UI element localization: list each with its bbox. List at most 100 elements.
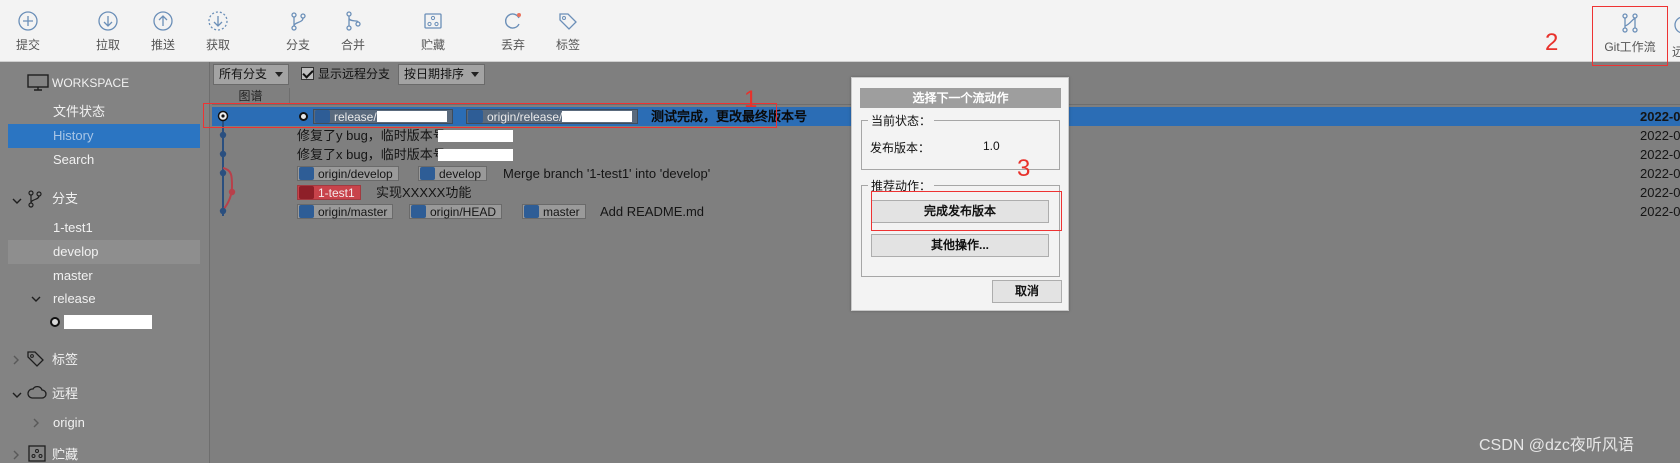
branch-tag-icon bbox=[299, 186, 314, 199]
annotation-3: 3 bbox=[1017, 155, 1031, 182]
push-button[interactable]: 推送 bbox=[141, 8, 185, 56]
branch-tag-label: origin/develop bbox=[318, 167, 393, 181]
current-state-caption: 当前状态： bbox=[868, 112, 935, 129]
watermark: CSDN @dzc夜听风语 bbox=[1479, 437, 1634, 454]
push-arrow-up-icon bbox=[153, 11, 173, 31]
commit-message: 修复了x bug，临时版本号 bbox=[297, 147, 446, 162]
remote-button-partial[interactable]: 远 bbox=[1672, 10, 1680, 58]
branch-filter-dropdown[interactable]: 所有分支 bbox=[213, 64, 289, 85]
commit-message: 实现XXXXX功能 bbox=[376, 185, 472, 200]
monitor-icon bbox=[27, 74, 49, 91]
branch-tag-label: master bbox=[543, 205, 580, 219]
branch-tag[interactable]: develop bbox=[418, 166, 488, 181]
stash-header[interactable]: 贮藏 bbox=[52, 443, 78, 463]
remote-partial-label: 远 bbox=[1672, 45, 1680, 58]
branch-tag[interactable]: master bbox=[522, 204, 586, 219]
branch-tag-label: origin/master bbox=[318, 205, 388, 219]
sidebar-item-search[interactable]: Search bbox=[8, 148, 200, 172]
annotation-highlight-button bbox=[871, 191, 1062, 231]
commit-plus-icon bbox=[18, 11, 38, 31]
pull-button[interactable]: 拉取 bbox=[86, 8, 130, 56]
branch-tag-icon bbox=[411, 205, 426, 218]
other-actions-button[interactable]: 其他操作... bbox=[871, 234, 1049, 257]
chevron-right-icon[interactable] bbox=[11, 355, 21, 365]
commit-date: 2022-0 bbox=[1640, 147, 1680, 162]
sidebar-item-release-folder[interactable]: release bbox=[8, 287, 200, 311]
remotes-header[interactable]: 远程 bbox=[52, 382, 78, 406]
git-flow-label: Git工作流 bbox=[1604, 40, 1656, 54]
fetch-button[interactable]: 获取 bbox=[196, 8, 240, 56]
release-version-value: 1.0 bbox=[983, 139, 1000, 153]
branch-tag-icon bbox=[524, 205, 539, 218]
sidebar-item-branch-master[interactable]: master bbox=[8, 264, 200, 288]
commit-button[interactable]: 提交 bbox=[6, 8, 50, 56]
annotation-1: 1 bbox=[744, 86, 758, 113]
tags-header[interactable]: 标签 bbox=[52, 348, 78, 372]
commit-date: 2022-0 bbox=[1640, 128, 1680, 143]
show-remote-label[interactable]: 显示远程分支 bbox=[318, 64, 390, 85]
dialog-title: 选择下一个流动作 bbox=[860, 88, 1061, 108]
sort-order-dropdown[interactable]: 按日期排序 bbox=[398, 64, 485, 85]
fetch-label: 获取 bbox=[205, 38, 230, 52]
merge-button[interactable]: 合并 bbox=[331, 8, 375, 56]
git-flow-button[interactable]: Git工作流 bbox=[1592, 6, 1668, 66]
commit-date: 2022-0 bbox=[1640, 109, 1680, 124]
sidebar: WORKSPACE 文件状态 History Search 分支 1-test1… bbox=[0, 62, 210, 463]
chevron-down-icon[interactable] bbox=[12, 390, 22, 400]
commit-label: 提交 bbox=[15, 38, 40, 52]
branch-tag[interactable]: origin/master bbox=[297, 204, 394, 219]
cloud-icon bbox=[27, 385, 47, 399]
tag-label: 标签 bbox=[555, 38, 580, 52]
annotation-highlight-row bbox=[203, 103, 777, 128]
merge-icon bbox=[346, 11, 361, 31]
chevron-right-icon[interactable] bbox=[11, 450, 21, 460]
pull-arrow-down-icon bbox=[98, 11, 118, 31]
discard-icon bbox=[504, 13, 521, 29]
branch-tag-label: 1-test1 bbox=[318, 186, 355, 200]
sidebar-item-file-status[interactable]: 文件状态 bbox=[8, 100, 200, 124]
tag-icon bbox=[559, 13, 577, 30]
annotation-2: 2 bbox=[1545, 29, 1559, 56]
redacted-version bbox=[438, 149, 513, 161]
branch-tag-icon bbox=[299, 205, 314, 218]
branch-tag-icon bbox=[420, 167, 435, 180]
remote-globe-icon bbox=[1674, 16, 1680, 34]
branch-label: 分支 bbox=[285, 38, 310, 52]
git-flow-icon bbox=[1622, 13, 1638, 33]
show-remote-checkbox[interactable] bbox=[301, 67, 314, 80]
stash-label: 贮藏 bbox=[420, 38, 445, 52]
branch-tag-label: origin/HEAD bbox=[430, 205, 497, 219]
fetch-arrow-down-icon bbox=[208, 11, 228, 31]
tag-button[interactable]: 标签 bbox=[546, 8, 590, 56]
commit-message: Merge branch '1-test1' into 'develop' bbox=[503, 166, 711, 181]
branch-tag[interactable]: origin/HEAD bbox=[409, 204, 503, 219]
commit-message: Add README.md bbox=[600, 204, 705, 219]
branch-button[interactable]: 分支 bbox=[276, 8, 320, 56]
sidebar-item-remote-origin[interactable]: origin bbox=[8, 411, 200, 435]
discard-button[interactable]: 丢弃 bbox=[491, 8, 535, 56]
sidebar-item-branch-develop[interactable]: develop bbox=[8, 240, 200, 264]
current-branch-indicator-icon bbox=[50, 317, 60, 327]
sidebar-item-branch-1-test1[interactable]: 1-test1 bbox=[8, 216, 200, 240]
release-version-label: 发布版本： bbox=[870, 141, 931, 155]
cancel-button[interactable]: 取消 bbox=[992, 280, 1062, 303]
sidebar-item-history[interactable]: History bbox=[8, 124, 200, 148]
branch-tag-label: develop bbox=[439, 167, 482, 181]
pull-label: 拉取 bbox=[95, 38, 120, 52]
stash-section-icon bbox=[28, 445, 46, 462]
push-label: 推送 bbox=[150, 38, 175, 52]
redacted-release-branch[interactable] bbox=[64, 315, 152, 329]
stash-button[interactable]: 贮藏 bbox=[411, 8, 455, 56]
branch-tag[interactable]: origin/develop bbox=[297, 166, 399, 181]
commit-date: 2022-0 bbox=[1640, 204, 1680, 219]
branch-tag-icon bbox=[299, 167, 314, 180]
chevron-down-icon[interactable] bbox=[12, 196, 22, 206]
merge-label: 合并 bbox=[340, 38, 365, 52]
branches-header[interactable]: 分支 bbox=[52, 187, 78, 211]
stash-icon bbox=[424, 13, 442, 29]
workspace-header: WORKSPACE bbox=[52, 76, 130, 90]
commit-date: 2022-0 bbox=[1640, 166, 1680, 181]
tag-section-icon bbox=[27, 351, 44, 367]
branch-tag[interactable]: 1-test1 bbox=[297, 185, 361, 200]
discard-label: 丢弃 bbox=[500, 38, 525, 52]
